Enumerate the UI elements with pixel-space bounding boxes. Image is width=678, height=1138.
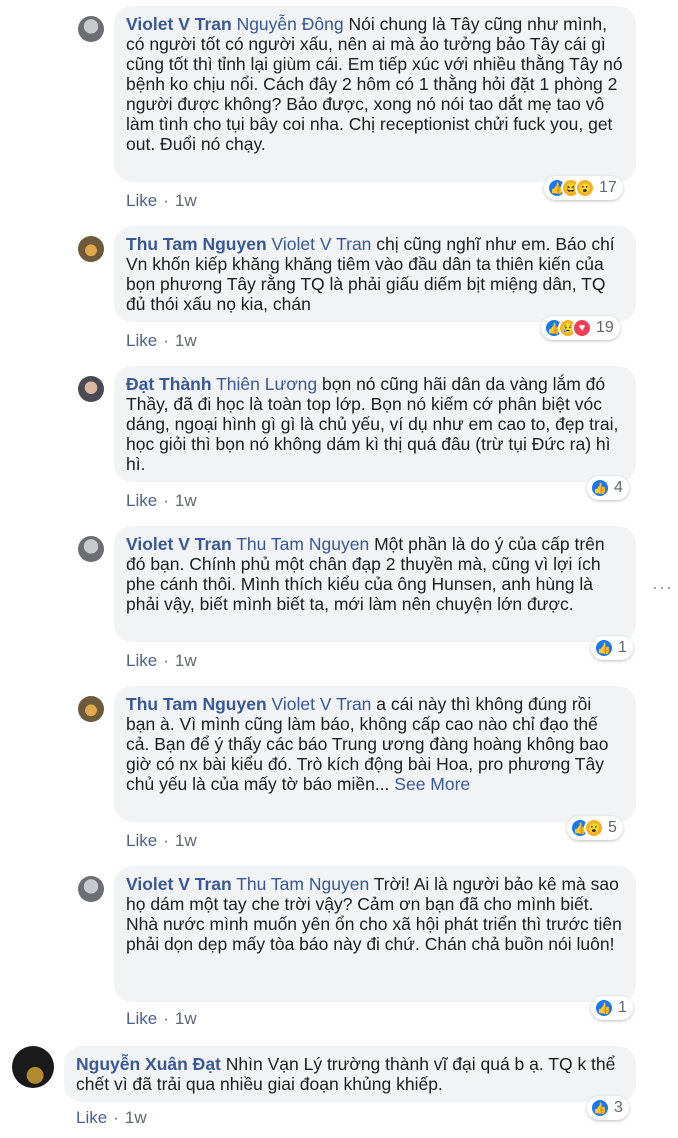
comment-bubble: Violet V Tran Thu Tam Nguyen Trời! Ai là… xyxy=(114,866,636,1002)
comment-author[interactable]: Violet V Tran xyxy=(126,874,232,894)
comment-actions: Like · 1w xyxy=(126,831,197,850)
timestamp[interactable]: 1w xyxy=(175,331,197,350)
like-icon: 👍 xyxy=(590,478,610,498)
comment-actions: Like · 1w xyxy=(126,491,197,510)
comment-author[interactable]: Nguyễn Xuân Đạt xyxy=(76,1054,221,1074)
timestamp[interactable]: 1w xyxy=(175,831,197,850)
reaction-summary[interactable]: 👍 3 xyxy=(587,1096,629,1120)
comment-bubble: Violet V Tran Nguyễn Đông Nói chung là T… xyxy=(114,6,636,182)
comment-actions: Like · 1w xyxy=(126,651,197,670)
see-more-link[interactable]: See More xyxy=(394,774,470,794)
like-button[interactable]: Like xyxy=(126,331,157,350)
comment-bubble: Nguyễn Xuân Đạt Nhìn Vạn Lý trường thành… xyxy=(64,1046,636,1102)
reaction-summary[interactable]: 👍 1 xyxy=(591,996,633,1020)
comment-tag[interactable]: Thu Tam Nguyen xyxy=(236,534,369,554)
reaction-count: 17 xyxy=(599,179,617,196)
like-button[interactable]: Like xyxy=(76,1108,107,1127)
comment-tag[interactable]: Violet V Tran xyxy=(272,694,372,714)
reaction-summary[interactable]: 👍 1 xyxy=(591,636,633,660)
avatar[interactable] xyxy=(78,16,104,42)
love-icon: ♥ xyxy=(572,318,592,338)
comment-bubble: Đạt Thành Thiên Lương bọn nó cũng hãi dâ… xyxy=(114,366,636,482)
comment-tag[interactable]: Nguyễn Đông xyxy=(237,14,344,34)
timestamp[interactable]: 1w xyxy=(125,1108,147,1127)
comment-bubble: Violet V Tran Thu Tam Nguyen Một phần là… xyxy=(114,526,636,642)
comment-tag[interactable]: Thiên Lương xyxy=(216,374,317,394)
comment-tag[interactable]: Violet V Tran xyxy=(272,234,372,254)
comment-actions: Like · 1w xyxy=(76,1108,147,1127)
comment-text: Nói chung là Tây cũng như mình, có người… xyxy=(126,14,623,154)
comment-author[interactable]: Thu Tam Nguyen xyxy=(126,694,267,714)
timestamp[interactable]: 1w xyxy=(175,1009,197,1028)
comment-actions: Like · 1w xyxy=(126,1009,197,1028)
reaction-summary[interactable]: 👍 😢 ♥ 19 xyxy=(541,316,620,340)
like-icon: 👍 xyxy=(590,1098,610,1118)
comment-actions: Like · 1w xyxy=(126,191,197,210)
comment-tag[interactable]: Thu Tam Nguyen xyxy=(236,874,369,894)
timestamp[interactable]: 1w xyxy=(175,491,197,510)
comment-author[interactable]: Violet V Tran xyxy=(126,534,232,554)
comment-actions: Like · 1w xyxy=(126,331,197,350)
like-icon: 👍 xyxy=(594,998,614,1018)
reaction-count: 1 xyxy=(618,999,627,1016)
reaction-count: 1 xyxy=(618,639,627,656)
avatar[interactable] xyxy=(78,876,104,902)
reaction-count: 5 xyxy=(608,819,617,836)
reaction-count: 3 xyxy=(614,1099,623,1116)
avatar[interactable] xyxy=(78,696,104,722)
reaction-summary[interactable]: 👍 😮 5 xyxy=(567,816,623,840)
avatar[interactable] xyxy=(78,536,104,562)
like-button[interactable]: Like xyxy=(126,491,157,510)
like-button[interactable]: Like xyxy=(126,831,157,850)
comment-author[interactable]: Violet V Tran xyxy=(126,14,232,34)
comment-author[interactable]: Đạt Thành xyxy=(126,374,212,394)
like-button[interactable]: Like xyxy=(126,651,157,670)
like-button[interactable]: Like xyxy=(126,191,157,210)
wow-icon: 😮 xyxy=(584,818,604,838)
avatar[interactable] xyxy=(78,236,104,262)
reaction-count: 4 xyxy=(614,479,623,496)
like-button[interactable]: Like xyxy=(126,1009,157,1028)
reaction-summary[interactable]: 👍 4 xyxy=(587,476,629,500)
avatar[interactable] xyxy=(12,1046,54,1088)
avatar[interactable] xyxy=(78,376,104,402)
reaction-summary[interactable]: 👍 😆 😮 17 xyxy=(544,176,623,200)
timestamp[interactable]: 1w xyxy=(175,651,197,670)
comment-bubble: Thu Tam Nguyen Violet V Tran a cái này t… xyxy=(114,686,636,822)
comment-bubble: Thu Tam Nguyen Violet V Tran chị cũng ng… xyxy=(114,226,636,322)
timestamp[interactable]: 1w xyxy=(175,191,197,210)
more-options-icon[interactable]: ··· xyxy=(652,577,673,598)
wow-icon: 😮 xyxy=(575,178,595,198)
reaction-count: 19 xyxy=(596,319,614,336)
comment-author[interactable]: Thu Tam Nguyen xyxy=(126,234,267,254)
like-icon: 👍 xyxy=(594,638,614,658)
